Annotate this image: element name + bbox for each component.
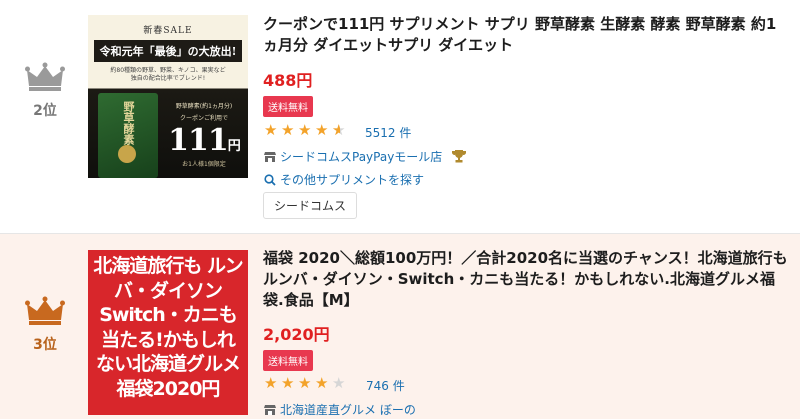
search-icon xyxy=(264,174,276,186)
star-icon: ★ xyxy=(281,374,295,392)
thumbnail-text: 北海道旅行も ルンバ・ダイソン Switch・カニも 当たる!かもしれ ない北海… xyxy=(93,255,243,400)
store-name: 北海道産直グルメ ぼーの xyxy=(280,403,416,417)
star-icon: ★ xyxy=(315,121,329,139)
thumbnail-sale: 新春SALE xyxy=(143,26,193,36)
promo-price: 111円 xyxy=(164,123,244,158)
promo-price-value: 111 xyxy=(168,123,229,158)
thumbnail-promo: 野草酵素(約1ヵ月分) クーポンご利用で 111円 お1人様1個限定 xyxy=(164,101,244,168)
product-price: 488円 xyxy=(263,71,313,90)
store-link[interactable]: シードコムスPayPayモール店 xyxy=(264,148,467,165)
product-tablet-image xyxy=(118,145,136,163)
search-more-link[interactable]: その他サプリメントを探す xyxy=(264,171,424,188)
free-shipping-badge: 送料無料 xyxy=(263,96,313,117)
rank-3: 3位 xyxy=(18,296,72,354)
rank-label: 2位 xyxy=(33,103,57,119)
star-icon: ★ xyxy=(298,374,312,392)
star-icon: ★ xyxy=(264,121,278,139)
free-shipping-badge: 送料無料 xyxy=(263,350,313,371)
empty-star-icon: ★ xyxy=(332,374,346,392)
crown-icon xyxy=(25,62,65,91)
trophy-icon xyxy=(452,150,467,163)
product-thumbnail[interactable]: 新春SALE 令和元年「最後」の大放出! 約80種類の野草、野菜、キノコ、果実な… xyxy=(88,15,248,178)
promo-price-unit: 円 xyxy=(227,139,241,154)
rank-2: 2位 xyxy=(18,62,72,120)
review-count-link[interactable]: 5512 件 xyxy=(365,124,411,141)
thumbnail-banner: 新春SALE 令和元年「最後」の大放出! 約80種類の野草、野菜、キノコ、果実な… xyxy=(88,15,248,88)
promo-note: お1人様1個限定 xyxy=(182,161,226,168)
promo-line: クーポンご利用で xyxy=(179,115,228,122)
review-count-link[interactable]: 746 件 xyxy=(366,377,405,394)
thumbnail-sub-line: 約80種類の野草、野菜、キノコ、果実など xyxy=(110,67,226,74)
star-icon: ★ xyxy=(298,121,312,139)
product-bag-image: 野草酵素 xyxy=(98,93,158,178)
store-link[interactable]: 北海道産直グルメ ぼーの xyxy=(264,401,416,418)
star-icon: ★ xyxy=(315,374,329,392)
crown-icon xyxy=(25,296,65,325)
thumbnail-sub: 約80種類の野草、野菜、キノコ、果実など 独自の配合比率でブレンド! xyxy=(88,67,248,83)
store-icon xyxy=(264,405,276,415)
product-title[interactable]: 福袋 2020＼総額100万円！／合計2020名に当選のチャンス！北海道旅行もル… xyxy=(263,248,788,311)
product-thumbnail[interactable]: 北海道旅行も ルンバ・ダイソン Switch・カニも 当たる!かもしれ ない北海… xyxy=(88,250,248,415)
rating-stars: ★★★★★ xyxy=(264,121,349,139)
half-star-icon: ★ xyxy=(332,121,349,139)
store-icon xyxy=(264,152,276,162)
promo-line: 野草酵素(約1ヵ月分) xyxy=(175,103,233,110)
search-more-label: その他サプリメントを探す xyxy=(280,173,425,187)
thumbnail-headline: 令和元年「最後」の大放出! xyxy=(93,40,243,62)
star-icon: ★ xyxy=(281,121,295,139)
product-price: 2,020円 xyxy=(263,325,330,344)
product-title[interactable]: クーポンで111円 サプリメント サプリ 野草酵素 生酵素 酵素 野草酵素 約1… xyxy=(263,14,788,56)
bag-label: 野草酵素 xyxy=(122,101,135,145)
store-name: シードコムスPayPayモール店 xyxy=(280,150,443,164)
rating-stars: ★★★★★ xyxy=(264,374,349,392)
store-tag-button[interactable]: シードコムス xyxy=(263,192,358,219)
rank-label: 3位 xyxy=(33,337,57,353)
thumbnail-sub-line: 独自の配合比率でブレンド! xyxy=(130,75,206,82)
star-icon: ★ xyxy=(264,374,278,392)
